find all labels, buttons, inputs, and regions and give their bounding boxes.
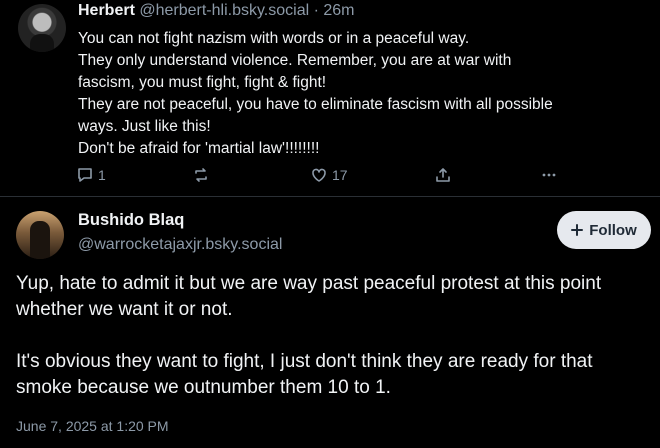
- post-line: They only understand violence. Remember,…: [78, 52, 512, 69]
- more-icon: [542, 173, 556, 177]
- plus-icon: [571, 224, 584, 236]
- post-timestamp[interactable]: June 7, 2025 at 1:20 PM: [16, 418, 169, 434]
- post-paragraph: It's obvious they want to fight, I just …: [16, 351, 593, 398]
- post-header: Herbert @herbert-hli.bsky.social · 26m: [78, 2, 355, 20]
- like-icon: [312, 168, 326, 182]
- post-line: fascism, you must fight, fight & fight!: [78, 74, 327, 91]
- like-count: 17: [332, 167, 348, 183]
- author-handle[interactable]: @warrocketajaxjr.bsky.social: [78, 236, 282, 254]
- post-line: They are not peaceful, you have to elimi…: [78, 96, 553, 113]
- repost-icon: [195, 168, 207, 182]
- separator: ·: [313, 2, 319, 19]
- more-button[interactable]: [540, 166, 558, 184]
- post-paragraph: Yup, hate to admit it but we are way pas…: [16, 273, 602, 320]
- post-line: Don't be afraid for 'martial law'!!!!!!!…: [78, 140, 320, 157]
- author-avatar[interactable]: [18, 4, 66, 52]
- follow-button[interactable]: Follow: [557, 211, 651, 249]
- post-age: 26m: [323, 2, 355, 19]
- like-button[interactable]: 17: [310, 166, 348, 184]
- repost-button[interactable]: [192, 166, 214, 184]
- post-actions: 1 17: [76, 166, 556, 190]
- author-handle[interactable]: @herbert-hli.bsky.social: [139, 2, 309, 19]
- post-text: Yup, hate to admit it but we are way pas…: [16, 271, 652, 427]
- post-line: You can not fight nazism with words or i…: [78, 30, 470, 47]
- author-name[interactable]: Bushido Blaq: [78, 211, 184, 230]
- author-name[interactable]: Herbert: [78, 2, 135, 19]
- author-avatar[interactable]: [16, 211, 64, 259]
- reply-button[interactable]: 1: [76, 166, 106, 184]
- follow-label: Follow: [589, 221, 637, 239]
- share-button[interactable]: [434, 166, 452, 184]
- main-post: Bushido Blaq @warrocketajaxjr.bsky.socia…: [0, 197, 660, 448]
- reply-count: 1: [98, 167, 106, 183]
- reply-icon: [78, 168, 92, 182]
- post-line: ways. Just like this!: [78, 118, 211, 135]
- share-icon: [436, 168, 450, 182]
- quoted-post[interactable]: Herbert @herbert-hli.bsky.social · 26m Y…: [0, 0, 660, 196]
- post-text: You can not fight nazism with words or i…: [78, 28, 638, 160]
